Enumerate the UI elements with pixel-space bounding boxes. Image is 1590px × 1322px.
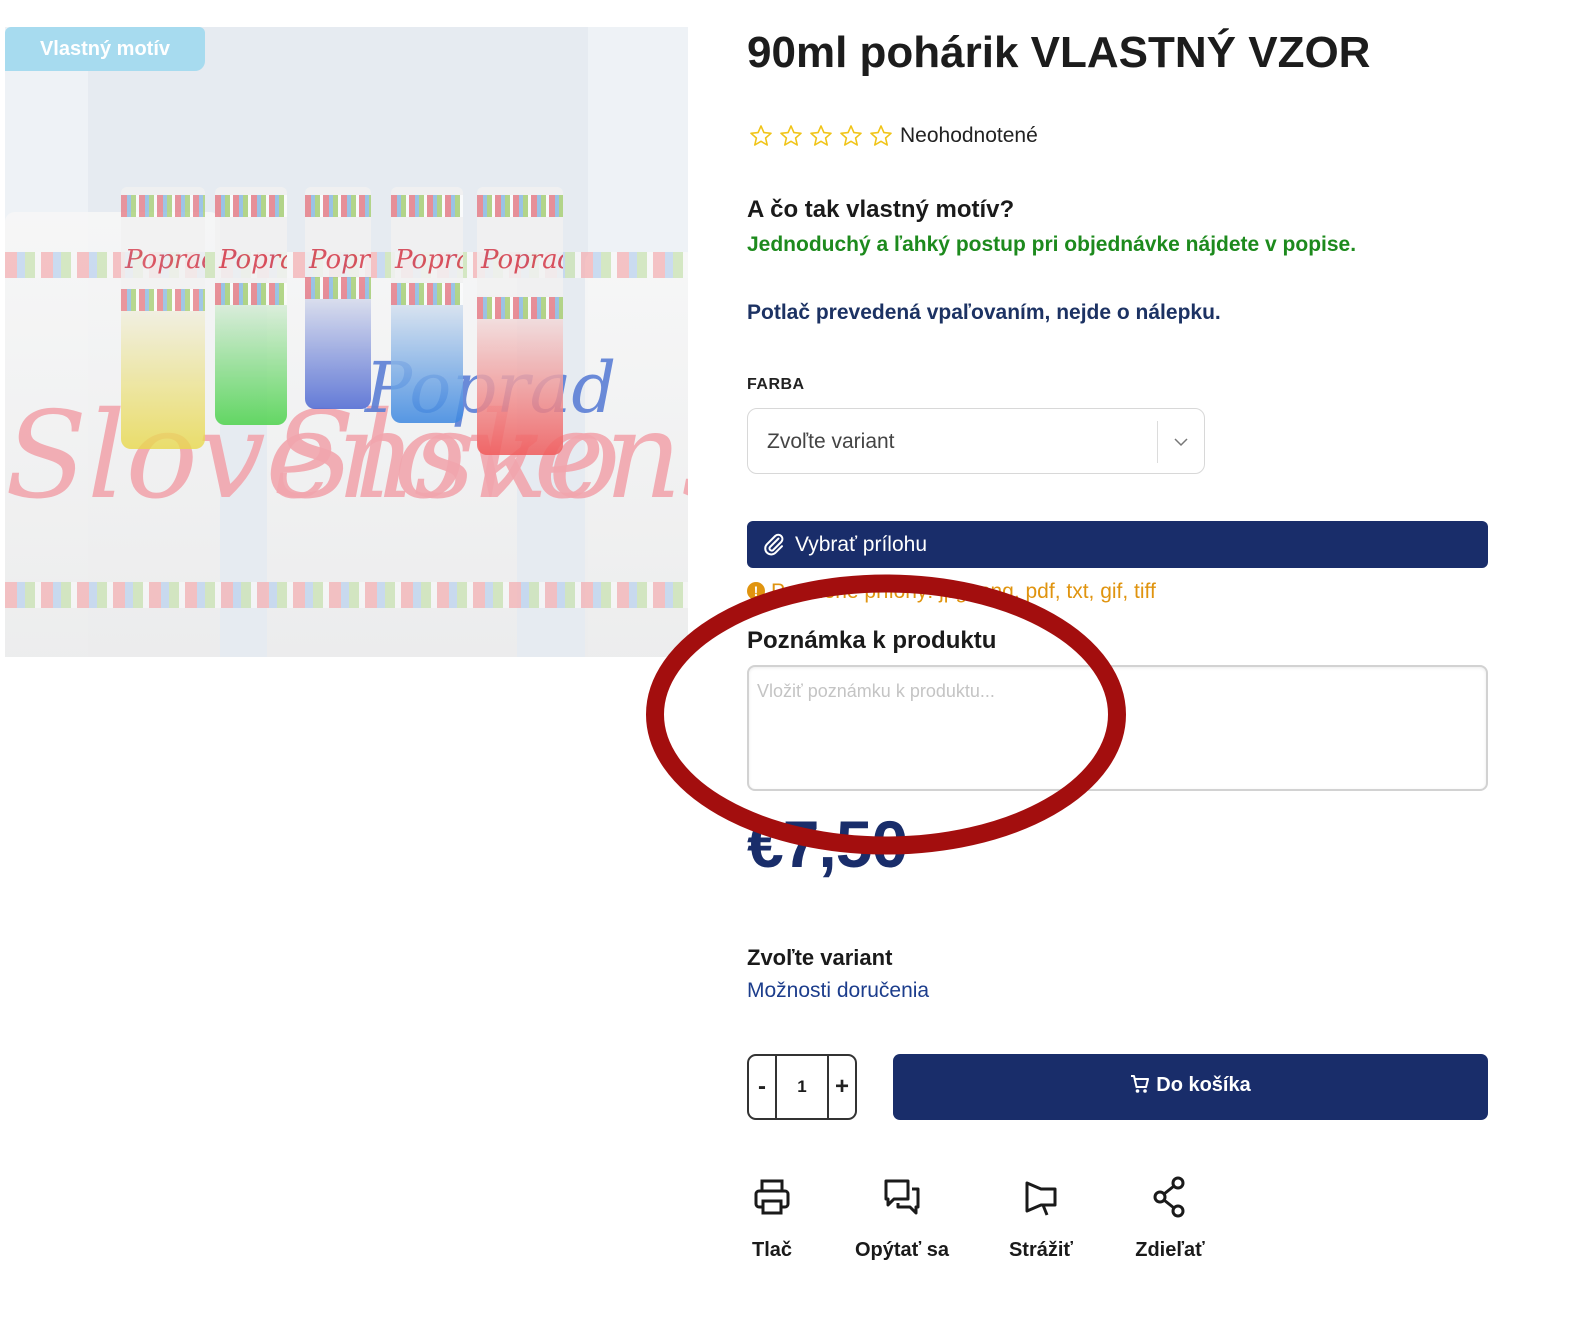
quantity-increase-button[interactable]: + — [829, 1056, 855, 1118]
attachment-button-label: Vybrať prílohu — [795, 533, 927, 556]
cart-icon — [1131, 1075, 1150, 1093]
paperclip-icon — [764, 533, 784, 556]
ask-action-label: Opýtať sa — [854, 1239, 950, 1261]
variant-label: FARBA — [747, 376, 805, 393]
watch-action-label: Strážiť — [1008, 1239, 1074, 1261]
allowed-attachments-text: Povolené prílohy: jpg, png, pdf, txt, gi… — [771, 580, 1156, 603]
allowed-attachments: ! Povolené prílohy: jpg, png, pdf, txt, g… — [747, 580, 1156, 604]
glass-yellow: Poprad — [121, 187, 205, 449]
chat-icon — [884, 1179, 920, 1215]
choose-variant-text: Zvoľte variant — [747, 945, 893, 970]
star-icon[interactable] — [809, 124, 833, 148]
delivery-options-link[interactable]: Možnosti doručenia — [747, 979, 929, 1003]
printer-icon — [754, 1179, 790, 1215]
print-note: Potlač prevedená vpaľovaním, nejde o nál… — [747, 301, 1221, 324]
quantity-stepper[interactable]: - 1 + — [747, 1054, 857, 1120]
star-icon[interactable] — [869, 124, 893, 148]
select-divider — [1157, 421, 1158, 463]
quantity-decrease-button[interactable]: - — [749, 1056, 775, 1118]
glass-blue: Poprad — [305, 187, 371, 409]
choose-attachment-button[interactable]: Vybrať prílohu — [747, 521, 1488, 568]
star-icon[interactable] — [749, 124, 773, 148]
custom-motif-badge: Vlastný motív — [5, 27, 205, 71]
share-icon — [1153, 1176, 1185, 1218]
star-icon[interactable] — [839, 124, 863, 148]
variant-select[interactable]: Zvoľte variant — [747, 408, 1205, 474]
product-price: €7,50 — [747, 807, 908, 881]
star-icon[interactable] — [779, 124, 803, 148]
watch-action[interactable]: Strážiť — [986, 1175, 1096, 1262]
ask-action[interactable]: Opýtať sa — [847, 1175, 957, 1262]
product-title: 90ml pohárik VLASTNÝ VZOR — [747, 28, 1371, 77]
chevron-down-icon — [1174, 438, 1188, 447]
rating-text: Neohodnotené — [900, 124, 1038, 147]
image-band-bottom — [5, 582, 688, 608]
rating-stars[interactable] — [749, 124, 893, 152]
glass-green: Poprad — [215, 187, 287, 425]
product-image[interactable]: Slovensko Slovensko Poprad Poprad Poprad… — [5, 27, 688, 657]
variant-select-value: Zvoľte variant — [767, 430, 895, 453]
share-action-label: Zdieľať — [1135, 1239, 1205, 1261]
print-action-label: Tlač — [751, 1239, 793, 1261]
glass-red: Poprad — [477, 187, 563, 455]
promo-heading: A čo tak vlastný motív? — [747, 196, 1015, 223]
info-icon: ! — [747, 582, 765, 600]
quantity-value[interactable]: 1 — [775, 1056, 829, 1118]
add-to-cart-button[interactable]: Do košíka — [893, 1054, 1488, 1120]
glass-light-blue: Poprad — [391, 187, 463, 423]
product-note-textarea[interactable] — [747, 665, 1488, 791]
note-label: Poznámka k produktu — [747, 627, 997, 654]
print-action[interactable]: Tlač — [717, 1175, 827, 1262]
megaphone-icon — [1025, 1181, 1057, 1216]
promo-subtext: Jednoduchý a ľahký postup pri objednávke… — [747, 233, 1357, 256]
share-action[interactable]: Zdieľať — [1115, 1175, 1225, 1262]
add-to-cart-label: Do košíka — [1156, 1074, 1251, 1096]
